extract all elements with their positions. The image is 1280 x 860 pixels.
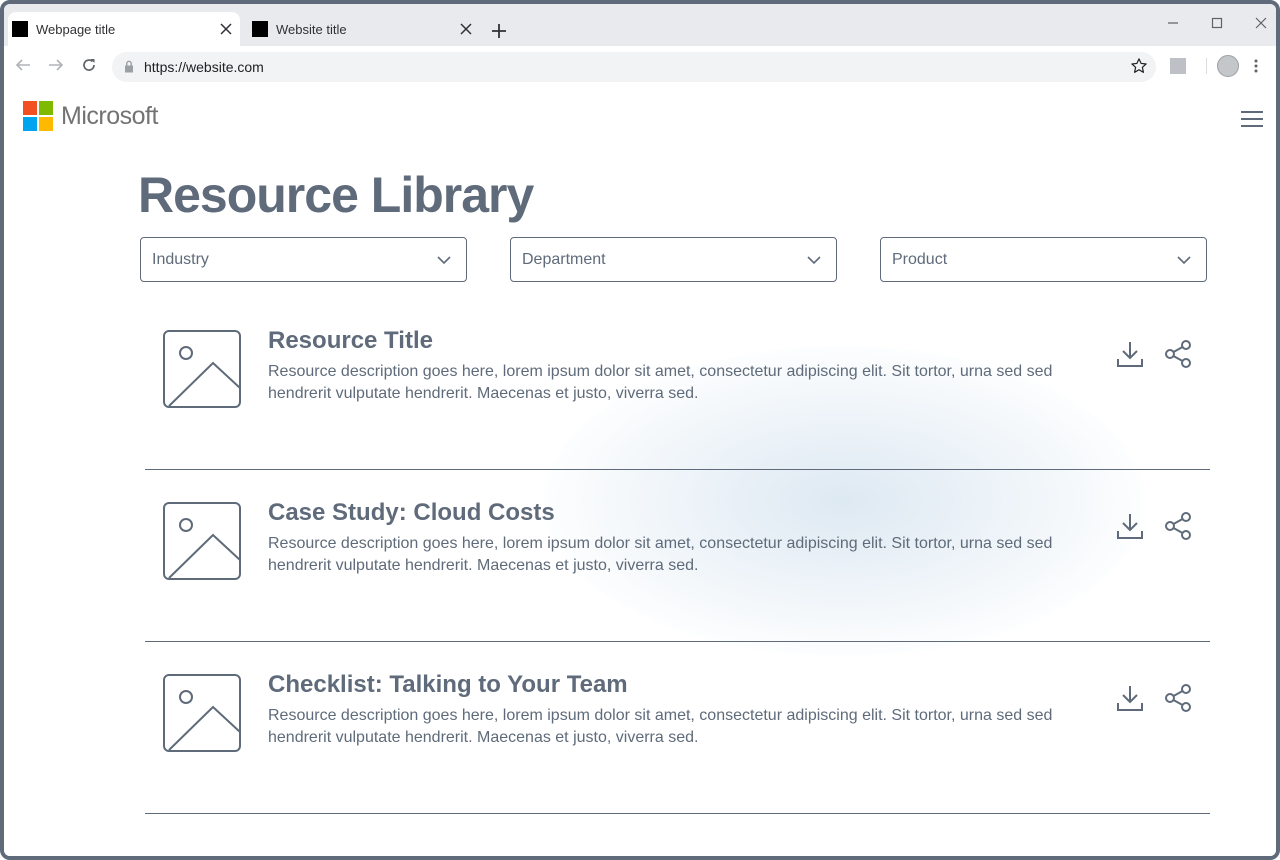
resource-description: Resource description goes here, lorem ip… — [268, 535, 1053, 574]
more-options-icon[interactable] — [1252, 58, 1260, 74]
profile-avatar[interactable] — [1217, 55, 1239, 77]
share-icon[interactable] — [1163, 683, 1193, 713]
department-dropdown[interactable]: Department — [510, 237, 837, 282]
dropdown-label: Product — [892, 251, 948, 268]
tab-title: Webpage title — [36, 21, 116, 37]
download-icon[interactable] — [1115, 683, 1145, 713]
page-title: Resource Library — [138, 167, 534, 223]
dropdown-label: Department — [522, 251, 606, 268]
toolbar-divider — [1206, 58, 1207, 74]
address-bar[interactable]: https://website.com — [112, 52, 1156, 82]
chevron-down-icon — [806, 252, 822, 273]
image-placeholder-icon[interactable] — [163, 502, 241, 585]
star-icon[interactable] — [1130, 57, 1148, 80]
window-close-icon[interactable] — [1252, 14, 1270, 32]
close-icon[interactable] — [456, 19, 476, 39]
resource-item: Resource Title Resource description goes… — [145, 297, 1210, 470]
favicon — [12, 21, 28, 37]
forward-arrow-icon[interactable] — [45, 54, 67, 76]
microsoft-logo-icon — [23, 101, 53, 131]
browser-window: Webpage title Website title https://webs… — [0, 0, 1280, 860]
tab-strip: Webpage title Website title — [4, 4, 1276, 46]
extension-icon[interactable] — [1170, 58, 1186, 74]
resource-description: Resource description goes here, lorem ip… — [268, 707, 1053, 746]
industry-dropdown[interactable]: Industry — [140, 237, 467, 282]
chevron-down-icon — [1176, 252, 1192, 273]
image-placeholder-icon[interactable] — [163, 330, 241, 413]
favicon — [252, 21, 268, 37]
url-text: https://website.com — [144, 59, 264, 75]
resource-item: Checklist: Talking to Your Team Resource… — [145, 641, 1210, 814]
image-placeholder-icon[interactable] — [163, 674, 241, 757]
site-logo[interactable]: Microsoft — [23, 101, 158, 131]
resource-item: Case Study: Cloud Costs Resource descrip… — [145, 469, 1210, 642]
web-page: Microsoft Resource Library Industry Depa… — [4, 86, 1276, 856]
download-icon[interactable] — [1115, 339, 1145, 369]
lock-icon — [124, 60, 134, 78]
tab-title: Website title — [276, 21, 347, 37]
resource-title[interactable]: Case Study: Cloud Costs — [268, 499, 555, 527]
logo-text: Microsoft — [61, 101, 158, 130]
resource-title[interactable]: Resource Title — [268, 327, 433, 355]
product-dropdown[interactable]: Product — [880, 237, 1207, 282]
download-icon[interactable] — [1115, 511, 1145, 541]
chevron-down-icon — [436, 252, 452, 273]
maximize-icon[interactable] — [1208, 14, 1226, 32]
minimize-icon[interactable] — [1164, 14, 1182, 32]
resource-title[interactable]: Checklist: Talking to Your Team — [268, 671, 628, 699]
hamburger-menu-icon[interactable] — [1241, 111, 1263, 129]
tab-webpage[interactable]: Webpage title — [8, 12, 240, 46]
reload-icon[interactable] — [78, 54, 100, 76]
plus-icon[interactable] — [488, 20, 510, 42]
share-icon[interactable] — [1163, 511, 1193, 541]
browser-toolbar: https://website.com — [4, 46, 1276, 86]
share-icon[interactable] — [1163, 339, 1193, 369]
back-arrow-icon[interactable] — [12, 54, 34, 76]
resource-description: Resource description goes here, lorem ip… — [268, 363, 1053, 402]
tab-website[interactable]: Website title — [248, 12, 480, 46]
dropdown-label: Industry — [152, 251, 209, 268]
close-icon[interactable] — [216, 19, 236, 39]
